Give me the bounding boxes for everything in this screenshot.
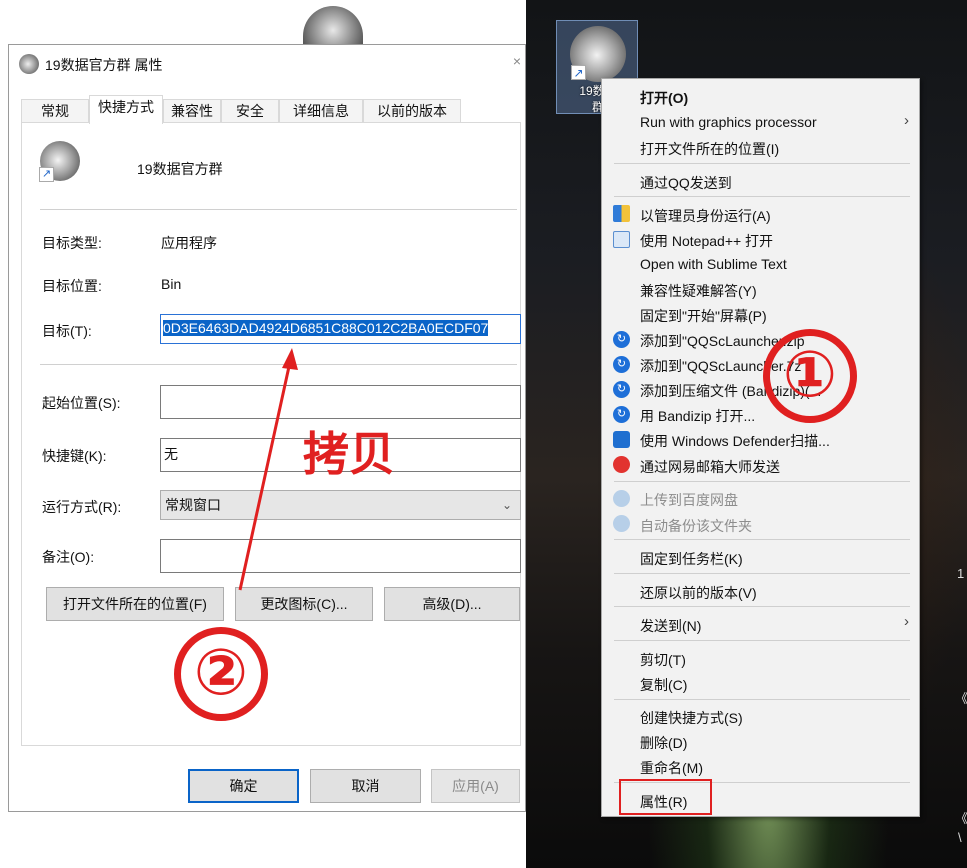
annotation-arrow [238,348,298,591]
tab-shortcut[interactable]: 快捷方式 [89,95,163,124]
